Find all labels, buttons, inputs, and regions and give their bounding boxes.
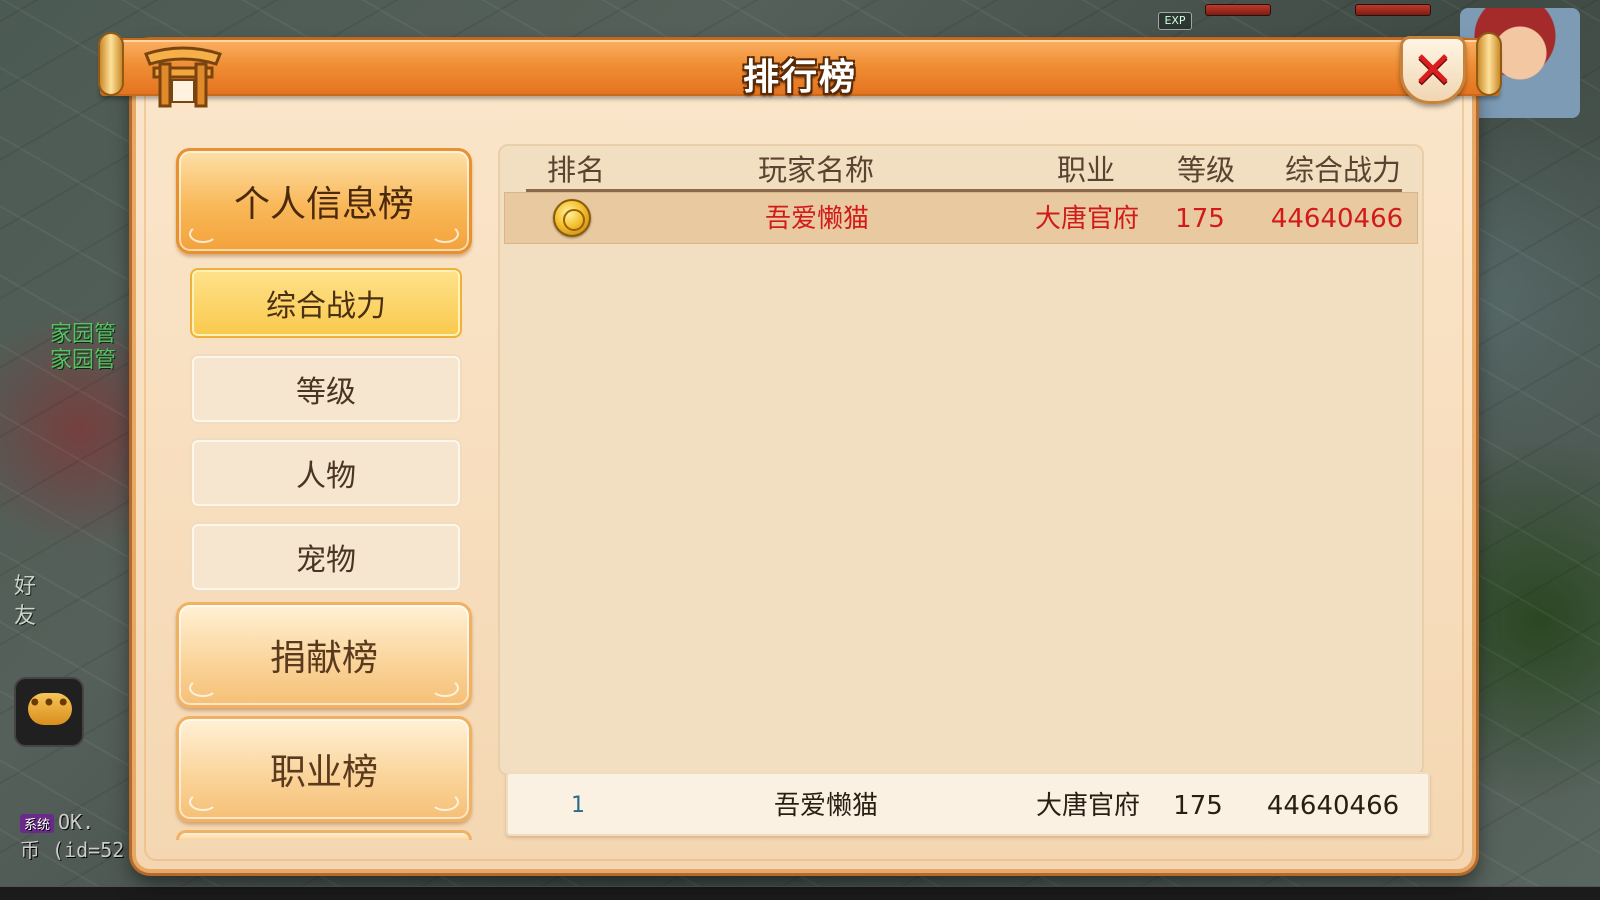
system-chat-log: 系统 OK. 币 (id=52 [20,810,124,863]
row-level: 175 [1175,204,1225,234]
header-profession: 职业 [1056,153,1115,187]
row-player-name: 吾爱懒猫 [764,204,869,234]
player-hp-bars [1205,4,1485,22]
header-player-name: 玩家名称 [757,153,874,187]
category-donation[interactable]: 捐献榜 [176,602,472,708]
hp-bar [1205,4,1271,16]
swirl-ornament [189,679,217,697]
subcategory-label: 综合战力 [266,289,386,324]
my-combat-power: 44640466 [1266,791,1400,821]
my-rank: 1 [571,793,585,818]
system-tag: 系统 [20,814,55,833]
swirl-ornament [431,679,459,697]
mp-bar [1355,4,1431,16]
subcategory-character[interactable]: 人物 [190,438,462,508]
subcategory-pet[interactable]: 宠物 [190,522,462,592]
header-rank: 排名 [546,153,605,187]
system-message: OK. [58,810,95,834]
system-message: 币 (id=52 [20,838,125,862]
friend-text: 友 [14,604,37,629]
category-more-partial[interactable] [176,830,472,840]
close-button[interactable]: ✕ [1400,36,1466,104]
bottom-hud-strip [0,886,1600,900]
home-manager-text: 家园管 [50,348,117,373]
my-player-name: 吾爱懒猫 [773,791,878,821]
category-label: 职业榜 [269,752,378,793]
subcategory-combat-power[interactable]: 综合战力 [190,268,462,338]
dialog-title: 排行榜 [742,57,857,98]
my-rank-row: 1 吾爱懒猫 大唐官府 175 44640466 [506,772,1430,836]
table-header: 排名 玩家名称 职业 等级 综合战力 [526,148,1402,192]
category-label: 个人信息榜 [233,184,414,225]
category-label: 捐献榜 [269,638,378,679]
friend-text: 好 [14,574,37,599]
exp-badge: EXP [1158,12,1192,30]
swirl-ornament [189,793,217,811]
swirl-ornament [431,225,459,243]
torii-gate-icon [144,46,222,108]
my-level: 175 [1173,791,1223,821]
close-icon: ✕ [1412,41,1454,99]
category-profession[interactable]: 职业榜 [176,716,472,822]
gold-medal-icon [553,199,591,237]
subcategory-level[interactable]: 等级 [190,354,462,424]
table-row[interactable]: 吾爱懒猫 大唐官府 175 44640466 [504,192,1418,244]
swirl-ornament [189,225,217,243]
row-combat-power: 44640466 [1270,204,1404,234]
swirl-ornament [431,793,459,811]
chat-button[interactable]: ••• [14,677,84,747]
my-profession: 大唐官府 [1035,791,1140,821]
subcategory-label: 宠物 [296,543,356,578]
subcategory-label: 人物 [296,459,356,494]
header-combat-power: 综合战力 [1284,153,1401,187]
header-level: 等级 [1176,153,1235,187]
subcategory-label: 等级 [296,375,356,410]
chat-dots-icon: ••• [27,689,71,717]
category-personal-info[interactable]: 个人信息榜 [176,148,472,254]
row-profession: 大唐官府 [1034,204,1139,234]
